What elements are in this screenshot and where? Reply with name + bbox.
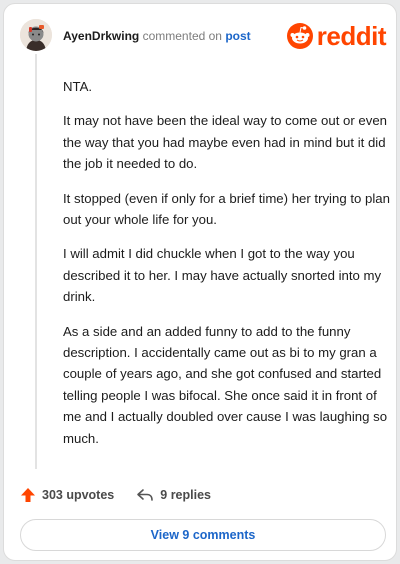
byline-action-text: commented on <box>142 29 222 43</box>
comment-paragraph: It stopped (even if only for a brief tim… <box>63 190 390 228</box>
post-link[interactable]: post <box>225 29 250 43</box>
comment-paragraph: NTA. <box>63 79 93 94</box>
comment-paragraph: As a side and an added funny to add to t… <box>63 323 388 446</box>
view-comments-button[interactable]: View 9 comments <box>20 519 386 551</box>
reply-count: 9 replies <box>160 488 211 502</box>
upvote-button[interactable]: 303 upvotes <box>20 487 114 503</box>
comment-actions: 303 upvotes 9 replies <box>20 484 211 506</box>
thread-line[interactable] <box>35 54 37 469</box>
reply-icon <box>137 489 154 501</box>
upvote-arrow-icon <box>21 488 35 502</box>
reddit-wordmark: reddit <box>316 21 387 51</box>
comment-paragraph: I will admit I did chuckle when I got to… <box>63 246 382 305</box>
comment-body: NTA. It may not have been the ideal way … <box>63 76 391 462</box>
username-link[interactable]: AyenDrkwing <box>63 29 139 43</box>
comment-card: AyenDrkwing commented on post reddit NTA… <box>3 3 397 561</box>
reddit-logo-icon <box>286 23 313 49</box>
comment-paragraph: It may not have been the ideal way to co… <box>63 113 388 172</box>
upvote-count: 303 upvotes <box>42 488 115 502</box>
replies-button[interactable]: 9 replies <box>136 487 211 503</box>
comment-header: AyenDrkwing commented on post reddit <box>20 19 387 55</box>
avatar-image <box>20 19 52 51</box>
reddit-logo[interactable]: reddit <box>286 21 387 51</box>
byline: AyenDrkwing commented on post <box>63 29 251 43</box>
avatar[interactable] <box>20 19 52 51</box>
